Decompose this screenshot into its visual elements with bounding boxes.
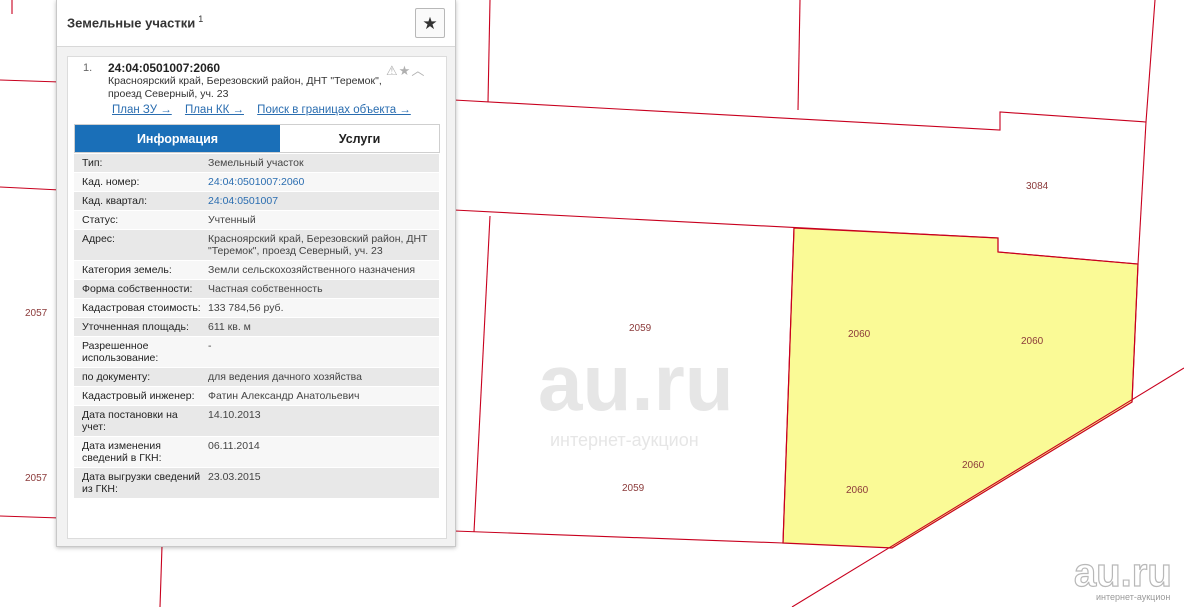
result-number: 1.: [83, 62, 93, 74]
panel-header: Земельные участки 1 ★: [57, 0, 455, 47]
tab-services[interactable]: Услуги: [280, 125, 439, 152]
row-label: Дата изменения сведений в ГКН:: [82, 440, 162, 464]
row-label: Уточненная площадь:: [82, 321, 189, 333]
card-actions: ⚠★︿: [386, 60, 425, 79]
favorite-button[interactable]: ★: [415, 8, 445, 38]
panel-title-text: Земельные участки: [67, 15, 196, 31]
info-table: Тип: Земельный участок Кад. номер: 24:04:05…: [74, 154, 439, 499]
parcel-label-2060: 2060: [962, 460, 985, 471]
row-value: Красноярский край, Березовский район, ДН…: [208, 233, 428, 257]
table-row: Категория земель: Земли сельскохозяйствен…: [74, 261, 439, 280]
row-label: Дата выгрузки сведений из ГКН:: [82, 471, 201, 495]
row-value: 133 784,56 руб.: [208, 302, 284, 314]
parcel-label-3084: 3084: [1026, 181, 1049, 192]
table-row: Адрес: Красноярский край, Березовский рай…: [74, 230, 439, 261]
row-value: 611 кв. м: [208, 321, 251, 333]
star-icon: ★: [422, 13, 438, 33]
row-value: Земли сельскохозяйственного назначения: [208, 264, 416, 276]
table-row: Кадастровый инженер: Фатин Александр Анат…: [74, 387, 439, 406]
table-row: Уточненная площадь: 611 кв. м: [74, 318, 439, 337]
table-row: по документу: для ведения дачного хозяйст…: [74, 368, 439, 387]
svg-text:au.ru: au.ru: [1074, 551, 1172, 595]
row-value: Частная собственность: [208, 283, 323, 295]
plan-zu-link[interactable]: План ЗУ →: [112, 104, 172, 116]
parcel-label-2060: 2060: [848, 329, 871, 340]
row-label: Кад. номер:: [82, 176, 140, 188]
row-label: Статус:: [82, 214, 119, 226]
row-value: -: [208, 340, 212, 352]
parcel-label-2057: 2057: [25, 473, 48, 484]
table-row: Кад. квартал: 24:04:0501007: [74, 192, 439, 211]
star-icon[interactable]: ★: [399, 63, 412, 78]
row-value: Фатин Александр Анатольевич: [208, 390, 360, 402]
row-label: Кад. квартал:: [82, 195, 147, 207]
cadastral-number-heading[interactable]: 24:04:0501007:2060: [108, 61, 220, 75]
table-row: Форма собственности: Частная собственност…: [74, 280, 439, 299]
table-row: Дата изменения сведений в ГКН: 06.11.2014: [74, 437, 439, 468]
row-label: Дата постановки на учет:: [82, 409, 178, 433]
row-label: по документу:: [82, 371, 151, 383]
selected-parcel-2060[interactable]: [782, 227, 1139, 549]
row-value[interactable]: 24:04:0501007: [202, 192, 439, 210]
parcel-label-2060: 2060: [1021, 336, 1044, 347]
land-plots-panel: Земельные участки 1 ★ 1. 24:04:0501007:20…: [56, 0, 456, 547]
plot-address: Красноярский край, Березовский район, ДН…: [108, 75, 382, 100]
table-row: Дата постановки на учет: 14.10.2013: [74, 406, 439, 437]
row-value[interactable]: 24:04:0501007:2060: [202, 173, 439, 191]
row-value: 06.11.2014: [208, 440, 260, 452]
parcel-label-2057: 2057: [25, 308, 48, 319]
collapse-icon[interactable]: ︿: [411, 63, 425, 78]
row-label: Кадастровая стоимость:: [82, 302, 201, 314]
panel-title: Земельные участки 1: [67, 14, 203, 30]
svg-text:au.ru: au.ru: [538, 338, 734, 427]
panel-title-count: 1: [198, 14, 204, 24]
table-row: Кад. номер: 24:04:0501007:2060: [74, 173, 439, 192]
svg-text:интернет-аукцион: интернет-аукцион: [1096, 592, 1170, 602]
row-value: Земельный участок: [208, 157, 304, 169]
card-tabs: Информация Услуги: [74, 124, 440, 153]
table-row: Тип: Земельный участок: [74, 154, 439, 173]
row-label: Категория земель:: [82, 264, 172, 276]
table-row: Статус: Учтенный: [74, 211, 439, 230]
row-value: 23.03.2015: [208, 471, 261, 483]
svg-text:интернет-аукцион: интернет-аукцион: [550, 430, 699, 450]
row-label: Форма собственности:: [82, 283, 193, 295]
row-value: Учтенный: [208, 214, 256, 226]
parcel-label-2060: 2060: [846, 485, 869, 496]
table-row: Дата выгрузки сведений из ГКН: 23.03.2015: [74, 468, 439, 499]
land-plot-card: 1. 24:04:0501007:2060 Красноярский край,…: [67, 56, 447, 539]
table-row: Кадастровая стоимость: 133 784,56 руб.: [74, 299, 439, 318]
plan-links: План ЗУ → План КК → Поиск в границах объ…: [112, 104, 421, 116]
row-label: Кадастровый инженер:: [82, 390, 195, 402]
parcel-label-2059: 2059: [629, 323, 652, 334]
warning-icon[interactable]: ⚠: [386, 63, 399, 78]
table-row: Разрешенное использование: -: [74, 337, 439, 368]
row-label: Тип:: [82, 157, 103, 169]
row-label: Адрес:: [82, 233, 115, 245]
parcel-label-2059: 2059: [622, 483, 645, 494]
row-label: Разрешенное использование:: [82, 340, 159, 364]
search-in-bounds-link[interactable]: Поиск в границах объекта →: [257, 104, 411, 116]
tab-information[interactable]: Информация: [75, 125, 280, 152]
row-value: 14.10.2013: [208, 409, 261, 421]
row-value: для ведения дачного хозяйства: [208, 371, 362, 383]
plan-kk-link[interactable]: План КК →: [185, 104, 244, 116]
